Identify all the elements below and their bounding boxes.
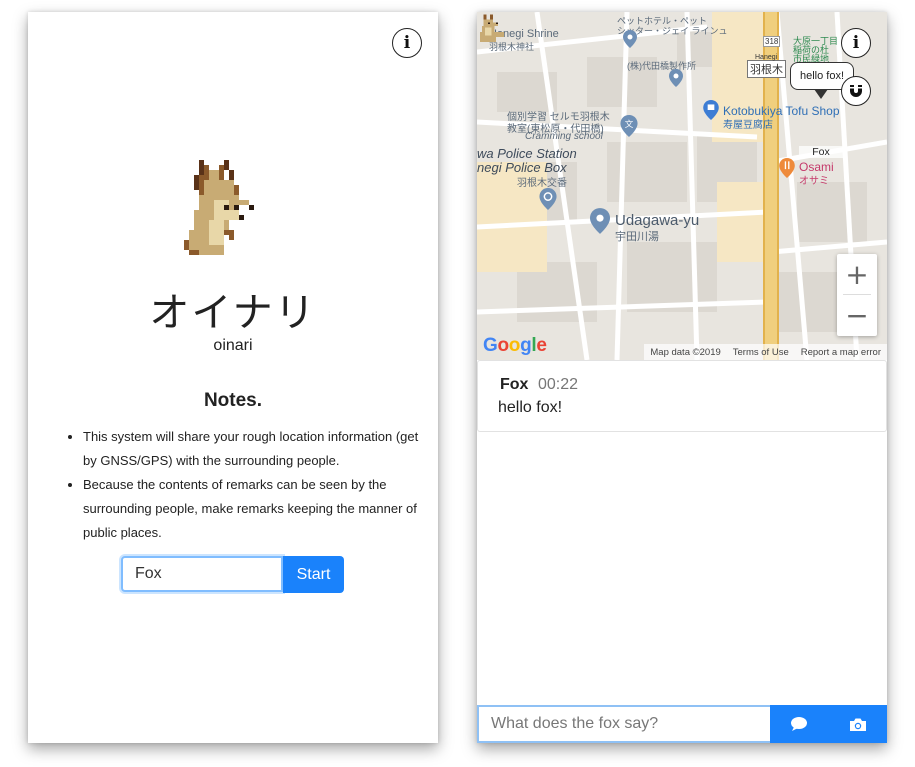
camera-icon — [849, 718, 866, 731]
camera-button[interactable] — [828, 705, 887, 743]
info-button[interactable]: i — [841, 28, 871, 58]
info-icon: i — [852, 33, 860, 53]
notes-list: This system will share your rough locati… — [66, 425, 433, 545]
map-label: 羽根木 — [747, 60, 786, 78]
map-label: Cramming school — [525, 131, 603, 142]
map-label: オサミ — [799, 176, 829, 187]
speech-bubble-tail — [814, 89, 828, 99]
chat-bubble-icon — [791, 717, 807, 731]
map-pin-icon — [623, 30, 637, 48]
terms-link[interactable]: Terms of Use — [733, 347, 789, 358]
message-text: hello fox! — [498, 399, 563, 416]
zoom-control: + − — [837, 254, 877, 336]
message-time: 00:22 — [538, 376, 579, 393]
note-item: Because the contents of remarks can be s… — [83, 473, 433, 545]
zoom-out-button[interactable]: − — [837, 295, 877, 335]
message-author: Fox — [500, 376, 529, 393]
fox-pixel-icon — [184, 160, 254, 255]
map-label: 宇田川湯 — [615, 231, 659, 243]
report-error-link[interactable]: Report a map error — [801, 347, 881, 358]
note-item: This system will share your rough locati… — [83, 425, 433, 473]
info-button[interactable]: i — [392, 28, 422, 58]
police-pin-icon — [539, 188, 557, 210]
map-data-text: Map data ©2019 — [650, 346, 721, 358]
zoom-in-button[interactable]: + — [837, 254, 877, 294]
map[interactable]: Hanegi Shrine 羽根木神社 ペットホテル・ペット シッター・ジェイ … — [477, 12, 887, 360]
map-label: 寿屋豆腐店 — [723, 120, 773, 131]
chat-screen: Hanegi Shrine 羽根木神社 ペットホテル・ペット シッター・ジェイ … — [477, 12, 887, 743]
map-footer: Map data ©2019 Terms of Use Report a map… — [644, 344, 887, 360]
map-pin-icon — [590, 208, 610, 234]
magnet-button[interactable] — [841, 76, 871, 106]
map-label: wa Police Station — [477, 146, 577, 161]
message-card: Fox 00:22 hello fox! — [477, 360, 887, 432]
map-label: Hanegi — [755, 54, 778, 61]
map-label: 318 — [763, 36, 781, 47]
app-title: オイナリ — [149, 290, 317, 336]
map-label: negi Police Box — [477, 160, 567, 175]
login-screen: i オイナリ oinari Notes. This — [28, 12, 438, 743]
google-logo: Google — [483, 335, 547, 356]
notes-heading: Notes. — [203, 390, 263, 411]
restaurant-pin-icon — [779, 158, 795, 178]
fox-marker-label: Fox — [799, 146, 843, 158]
chat-input[interactable]: What does the fox say? — [477, 705, 770, 743]
info-icon: i — [403, 33, 411, 53]
name-input[interactable] — [121, 556, 283, 592]
map-pin-icon — [669, 69, 683, 87]
magnet-icon — [850, 85, 862, 97]
svg-text:文: 文 — [625, 118, 634, 130]
shop-pin-icon — [703, 100, 719, 120]
app-subtitle: oinari — [213, 337, 253, 354]
start-button[interactable]: Start — [283, 556, 344, 593]
map-label: Udagawa-yu — [615, 212, 700, 229]
school-pin-icon: 文 — [620, 115, 638, 137]
map-label: 羽根木交番 — [517, 178, 567, 189]
map-label: (株)代田橋製作所 — [627, 61, 696, 71]
fox-marker-icon[interactable] — [477, 12, 509, 46]
send-button[interactable] — [770, 705, 828, 743]
